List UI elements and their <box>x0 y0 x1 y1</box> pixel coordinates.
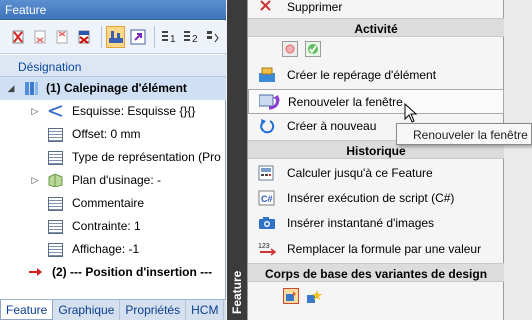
menu-item-inserer-script[interactable]: C# Insérer exécution de script (C#) <box>248 186 504 211</box>
section-activite: Activité <box>248 18 504 37</box>
design-variant-star-button[interactable] <box>305 288 322 304</box>
parameter-grid-icon <box>48 220 63 234</box>
collapsed-arrow-icon[interactable]: ▷ <box>30 175 40 185</box>
tab-hcm[interactable]: HCM <box>186 300 225 320</box>
tree-row[interactable]: Affichage: -1 <box>0 238 226 261</box>
tab-proprietes[interactable]: Propriétés <box>120 300 187 320</box>
tree-row[interactable]: ▷ Esquisse: Esquisse {}{} <box>0 100 226 123</box>
tree-row-next[interactable]: (2) --- Position d'insertion --- <box>0 261 226 284</box>
delete-all-icon[interactable] <box>75 26 94 48</box>
tree-item-label: Commentaire <box>72 196 145 210</box>
menu-item-label: Insérer exécution de script (C#) <box>287 191 455 205</box>
menu-item-label: Créer le repérage d'élément <box>287 68 437 82</box>
machining-plane-icon <box>48 173 63 188</box>
calculate-icon <box>258 165 276 181</box>
context-menu: Supprimer Activité Créer le repérage d'é… <box>247 0 504 320</box>
toolbar-divider <box>100 26 102 48</box>
menu-item-creer-reperage[interactable]: Créer le repérage d'élément <box>248 63 504 88</box>
tree-row[interactable]: ▷ Plan d'usinage: - <box>0 169 226 192</box>
tree-item-label: Contrainte: 1 <box>72 219 141 233</box>
sort-2-icon[interactable]: 2 <box>182 26 201 48</box>
camera-icon <box>258 215 276 231</box>
tree-row[interactable]: Contrainte: 1 <box>0 215 226 238</box>
menu-item-label: Remplacer la formule par une valeur <box>287 242 482 256</box>
design-variant-button[interactable] <box>283 288 299 304</box>
parameter-grid-icon <box>48 243 63 257</box>
tree-row-root[interactable]: ◢ (1) Calepinage d'élément <box>0 77 226 100</box>
parameter-grid-icon <box>48 151 63 165</box>
delete-icon <box>258 0 276 14</box>
mouse-pointer-icon <box>404 102 418 123</box>
toolbar-divider <box>154 26 156 48</box>
tab-graphique[interactable]: Graphique <box>53 300 121 320</box>
tree-row[interactable]: Commentaire <box>0 192 226 215</box>
activate-button[interactable] <box>305 41 321 57</box>
tree-next-label: (2) --- Position d'insertion --- <box>52 265 213 279</box>
tree-column-header[interactable]: Désignation <box>0 55 226 77</box>
menu-item-supprimer[interactable]: Supprimer <box>248 0 504 17</box>
menu-item-calculer[interactable]: Calculer jusqu'à ce Feature <box>248 161 504 186</box>
delete-feature-icon[interactable] <box>8 26 27 48</box>
deactivate-button[interactable] <box>282 41 298 57</box>
feature-panel: Feature 1 2 Désignation ◢ (1) Calepinage… <box>0 0 226 320</box>
delete-above-icon[interactable] <box>52 26 71 48</box>
parameter-grid-icon <box>48 197 63 211</box>
tree-item-label: Affichage: -1 <box>72 242 140 256</box>
tree-item-label: Offset: 0 mm <box>72 127 141 141</box>
menu-item-label: Supprimer <box>287 0 343 14</box>
formula-value-icon: 123 <box>258 241 277 257</box>
tree-item-label: Esquisse: Esquisse {}{} <box>72 104 196 118</box>
tree-root-label: (1) Calepinage d'élément <box>46 81 187 95</box>
tree-row[interactable]: Type de représentation (Pro <box>0 146 226 169</box>
menu-item-label: Insérer instantané d'images <box>287 216 435 230</box>
element-layout-icon <box>24 81 39 95</box>
element-marking-icon <box>258 67 276 83</box>
svg-text:1: 1 <box>170 34 176 45</box>
parameter-grid-icon <box>48 128 63 142</box>
tree-row[interactable]: Offset: 0 mm <box>0 123 226 146</box>
delete-below-icon[interactable] <box>30 26 49 48</box>
section-corps-base: Corps de base des variantes de design <box>248 263 504 282</box>
tree-item-label: Type de représentation (Pro <box>72 150 221 164</box>
panel-tabs: Feature Graphique Propriétés HCM <box>0 299 226 320</box>
refresh-window-icon <box>258 94 280 110</box>
collapsed-arrow-icon[interactable]: ▷ <box>30 106 40 116</box>
feature-toolbar: 1 2 <box>0 21 226 54</box>
menu-item-label: Renouveler la fenêtre <box>288 95 403 109</box>
recreate-icon <box>258 118 276 134</box>
menu-item-inserer-instantane[interactable]: Insérer instantané d'images <box>248 211 504 236</box>
svg-text:123: 123 <box>258 243 270 250</box>
svg-text:2: 2 <box>192 34 198 45</box>
menu-item-renouveler[interactable]: Renouveler la fenêtre <box>248 89 504 114</box>
menu-item-remplacer-formule[interactable]: 123 Remplacer la formule par une valeur <box>248 237 504 262</box>
structure-view-icon[interactable] <box>105 26 126 48</box>
panel-title: Feature <box>0 0 226 20</box>
collapse-icon[interactable] <box>204 26 223 48</box>
tab-feature[interactable]: Feature <box>0 300 54 320</box>
tree-item-label: Plan d'usinage: - <box>72 173 162 187</box>
sketch-icon <box>48 104 63 118</box>
red-arrow-icon <box>28 266 43 280</box>
tooltip: Renouveler la fenêtre <box>396 123 532 145</box>
background-area <box>504 0 532 320</box>
menu-item-label: Calculer jusqu'à ce Feature <box>287 166 433 180</box>
svg-text:C#: C# <box>261 194 273 204</box>
csharp-script-icon: C# <box>258 190 276 206</box>
expanded-arrow-icon[interactable]: ◢ <box>6 83 16 93</box>
go-to-icon[interactable] <box>128 26 147 48</box>
sort-1-icon[interactable]: 1 <box>159 26 178 48</box>
dock-tab-feature[interactable]: Feature <box>229 268 245 316</box>
menu-item-label: Créer à nouveau <box>287 119 377 133</box>
